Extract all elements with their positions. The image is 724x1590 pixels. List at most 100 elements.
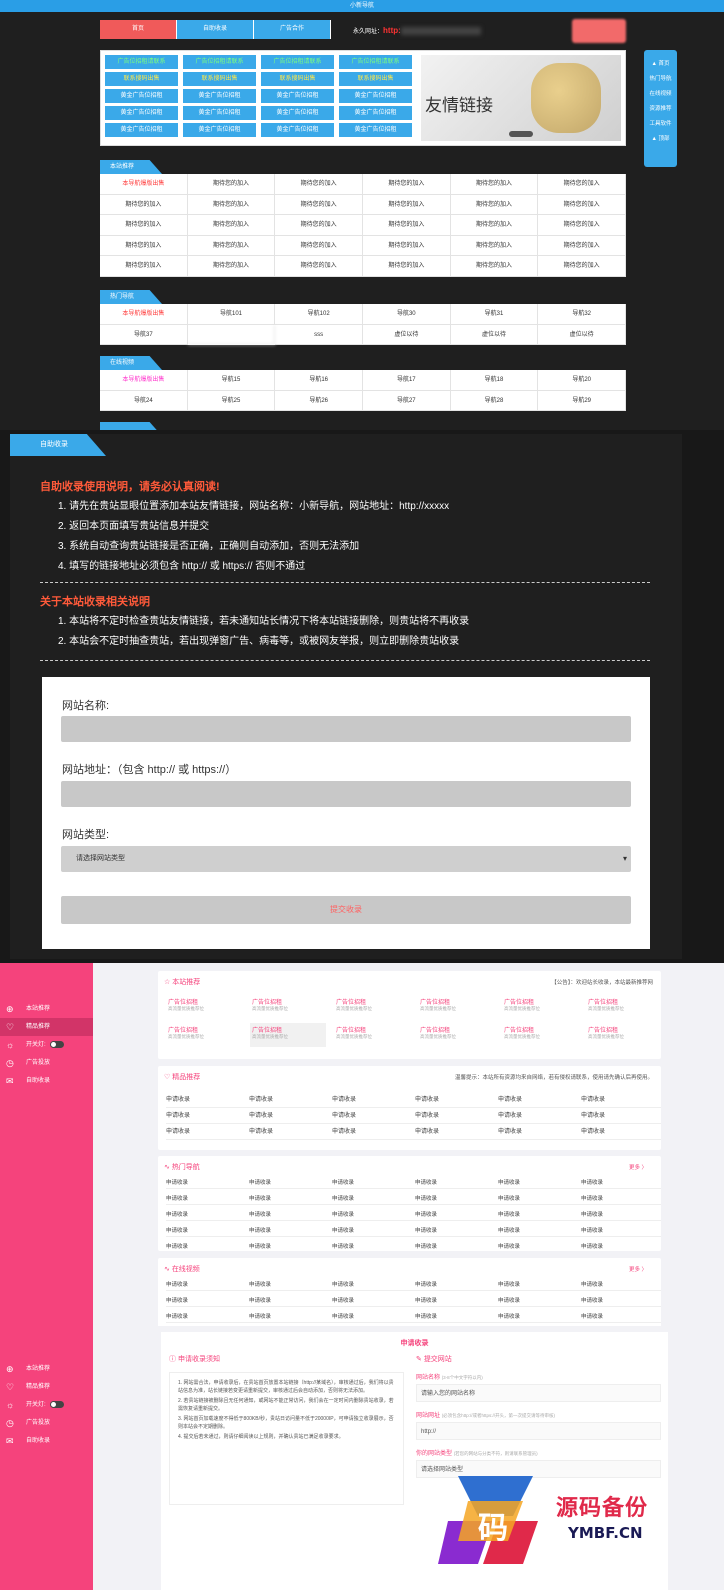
side-nav-item[interactable]: 工具软件	[644, 117, 677, 132]
light-toggle[interactable]	[49, 1040, 64, 1048]
side-nav-item[interactable]: ▲ 首页	[644, 57, 677, 72]
ad-slot[interactable]: 黄金广告位招租	[339, 123, 412, 137]
apply-link[interactable]: 申请收录	[332, 1296, 415, 1307]
link-cell[interactable]: sss	[275, 324, 363, 345]
apply-link[interactable]: 申请收录	[415, 1242, 498, 1251]
ad-slot[interactable]: 联系搜码出售	[339, 72, 412, 86]
apply-link[interactable]: 申请收录	[249, 1194, 332, 1205]
hot-more-link[interactable]: 更多 〉	[629, 1163, 647, 1171]
apply-link[interactable]: 申请收录	[498, 1210, 581, 1221]
link-cell[interactable]: 期待您的加入	[450, 256, 539, 277]
url-input[interactable]: http://	[416, 1422, 661, 1440]
ad-slot[interactable]: 黄金广告位招租	[183, 106, 256, 120]
friend-links-banner[interactable]: 友情链接	[421, 55, 621, 141]
apply-link[interactable]: 申请收录	[332, 1194, 415, 1205]
link-cell[interactable]: 期待您的加入	[275, 256, 363, 277]
apply-link[interactable]: 申请收录	[415, 1296, 498, 1307]
link-cell[interactable]: 期待您的加入	[538, 215, 626, 236]
apply-link[interactable]: 申请收录	[581, 1178, 661, 1189]
ad-slot[interactable]: 黄金广告位招租	[105, 123, 178, 137]
ad-slot[interactable]: 广告位招租 高流量优质推荐位	[250, 995, 326, 1019]
link-cell[interactable]: 导航26	[275, 390, 363, 411]
apply-link[interactable]: 申请收录	[415, 1210, 498, 1221]
link-cell[interactable]: 期待您的加入	[450, 215, 539, 236]
ad-slot[interactable]: 黄金广告位招租	[261, 106, 334, 120]
link-cell[interactable]: 期待您的加入	[538, 174, 626, 195]
apply-link[interactable]: 申请收录	[166, 1312, 249, 1323]
ad-slot[interactable]: 广告位招租 高流量优质推荐位	[418, 1023, 494, 1047]
link-cell[interactable]: 期待您的加入	[187, 174, 276, 195]
sidebar-item[interactable]: ◷ 广告投放	[0, 1054, 93, 1072]
link-cell[interactable]: 期待您的加入	[538, 256, 626, 277]
nav-submit[interactable]: 自助收录	[177, 20, 254, 39]
light-toggle[interactable]	[49, 1400, 64, 1408]
apply-link[interactable]: 申请收录	[581, 1296, 661, 1307]
apply-link[interactable]: 申请收录	[581, 1210, 661, 1221]
apply-link[interactable]: 申请收录	[166, 1280, 249, 1291]
link-cell[interactable]: 期待您的加入	[275, 215, 363, 236]
apply-link[interactable]: 申请收录	[332, 1226, 415, 1237]
apply-link[interactable]: 申请收录	[498, 1124, 581, 1140]
link-cell[interactable]: 期待您的加入	[362, 235, 451, 256]
apply-link[interactable]: 申请收录	[332, 1242, 415, 1251]
apply-link[interactable]: 申请收录	[332, 1280, 415, 1291]
link-cell[interactable]: 期待您的加入	[450, 174, 539, 195]
nav-ads[interactable]: 广告合作	[254, 20, 331, 39]
apply-link[interactable]: 申请收录	[166, 1194, 249, 1205]
link-cell[interactable]: 导航31	[450, 304, 539, 325]
site-type-select[interactable]: 请选择网站类型 ▾	[61, 846, 631, 872]
link-cell[interactable]: 导航17	[362, 370, 451, 391]
side-nav-item[interactable]: ▲ 顶部	[644, 132, 677, 147]
apply-link[interactable]: 申请收录	[249, 1242, 332, 1251]
side-nav-item[interactable]: 在线视频	[644, 87, 677, 102]
ad-slot[interactable]: 联系搜码出售	[105, 72, 178, 86]
ad-slot[interactable]: 广告位招租 高流量优质推荐位	[334, 995, 410, 1019]
apply-link[interactable]: 申请收录	[581, 1280, 661, 1291]
sidebar-item[interactable]: ◷ 广告投放	[0, 1414, 93, 1432]
apply-link[interactable]: 申请收录	[166, 1108, 249, 1124]
apply-link[interactable]: 申请收录	[581, 1226, 661, 1237]
apply-link[interactable]: 申请收录	[249, 1124, 332, 1140]
ad-slot[interactable]: 黄金广告位招租	[339, 89, 412, 103]
apply-link[interactable]: 申请收录	[332, 1092, 415, 1108]
apply-link[interactable]: 申请收录	[415, 1178, 498, 1189]
link-cell[interactable]: 期待您的加入	[362, 215, 451, 236]
link-cell[interactable]: 期待您的加入	[450, 235, 539, 256]
sidebar-item[interactable]: ♡ 精品推荐	[0, 1378, 93, 1396]
apply-link[interactable]: 申请收录	[249, 1296, 332, 1307]
link-cell[interactable]: 导航30	[362, 304, 451, 325]
link-cell[interactable]: 期待您的加入	[100, 256, 188, 277]
sidebar-item[interactable]: ⊕ 本站推荐	[0, 1360, 93, 1378]
ad-slot[interactable]: 黄金广告位招租	[261, 89, 334, 103]
ad-slot[interactable]: 广告位招租 高流量优质推荐位	[586, 1023, 661, 1047]
link-cell[interactable]: 导航32	[538, 304, 626, 325]
apply-link[interactable]: 申请收录	[332, 1124, 415, 1140]
apply-link[interactable]: 申请收录	[249, 1210, 332, 1221]
ad-slot[interactable]: 广告位招租 高流量优质推荐位	[166, 995, 242, 1019]
link-cell[interactable]: 导航16	[275, 370, 363, 391]
permanent-url-value[interactable]: http:	[383, 26, 401, 35]
apply-link[interactable]: 申请收录	[166, 1092, 249, 1108]
apply-link[interactable]: 申请收录	[249, 1280, 332, 1291]
ad-slot[interactable]: 黄金广告位招租	[261, 123, 334, 137]
apply-link[interactable]: 申请收录	[581, 1108, 661, 1124]
ad-slot[interactable]: 广告位招租 高流量优质推荐位	[166, 1023, 242, 1047]
link-cell[interactable]	[187, 324, 276, 345]
apply-link[interactable]: 申请收录	[166, 1178, 249, 1189]
link-cell[interactable]: 期待您的加入	[275, 194, 363, 215]
apply-link[interactable]: 申请收录	[249, 1226, 332, 1237]
apply-link[interactable]: 申请收录	[581, 1242, 661, 1251]
link-cell[interactable]: 导航29	[538, 390, 626, 411]
link-cell[interactable]: 期待您的加入	[100, 235, 188, 256]
link-cell[interactable]: 期待您的加入	[187, 215, 276, 236]
ad-slot[interactable]: 广告位招租 高流量优质推荐位	[250, 1023, 326, 1047]
apply-link[interactable]: 申请收录	[581, 1124, 661, 1140]
ad-slot[interactable]: 联系搜码出售	[261, 72, 334, 86]
sidebar-item[interactable]: ☼ 开关灯:	[0, 1036, 93, 1054]
ad-slot[interactable]: 黄金广告位招租	[183, 123, 256, 137]
side-nav-item[interactable]: 资源推荐	[644, 102, 677, 117]
ad-slot[interactable]: 广告位招租请联系	[261, 55, 334, 69]
apply-link[interactable]: 申请收录	[166, 1242, 249, 1251]
sidebar-item[interactable]: ☼ 开关灯:	[0, 1396, 93, 1414]
ad-slot[interactable]: 广告位招租 高流量优质推荐位	[418, 995, 494, 1019]
